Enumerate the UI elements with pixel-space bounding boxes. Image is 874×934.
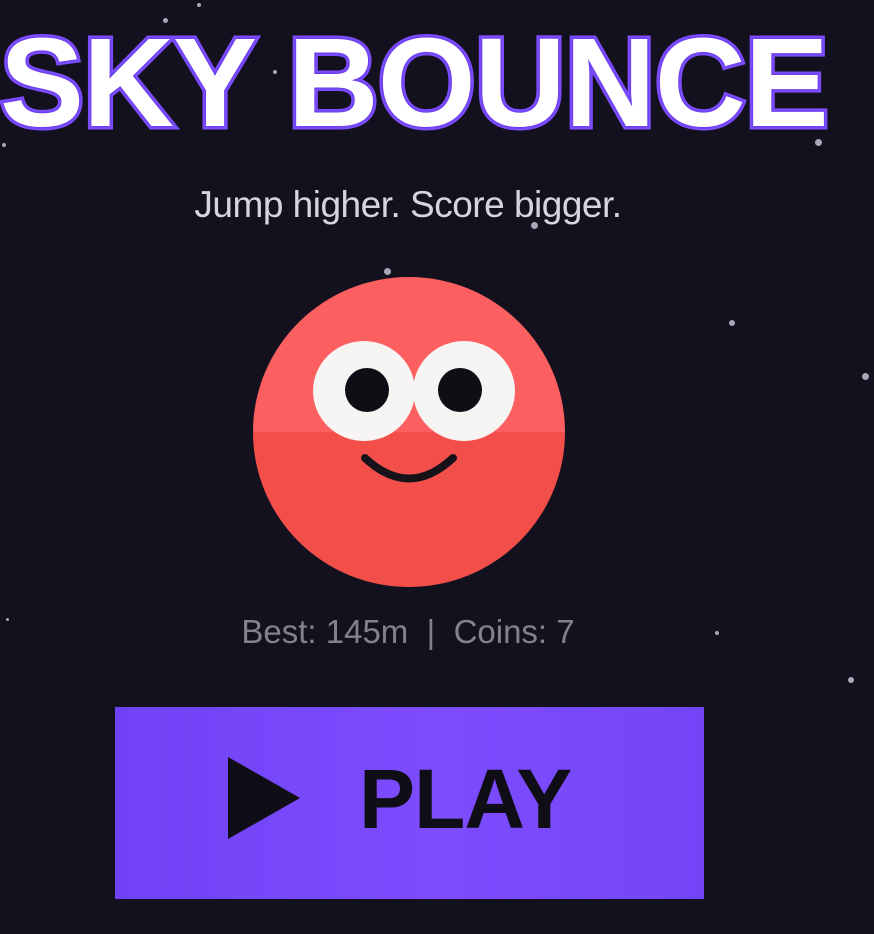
play-icon [228, 757, 300, 839]
player-stats: Best: 145m | Coins: 7 [0, 612, 816, 652]
game-title: SKY BOUNCE [0, 12, 832, 153]
game-menu-screen: SKY BOUNCE Jump higher. Score bigger. Be… [0, 0, 874, 934]
star-decoration [848, 677, 854, 683]
best-value: 145m [325, 613, 409, 650]
left-pupil-icon [345, 368, 389, 412]
coins-label: Coins: [453, 613, 548, 650]
coins-value: 7 [556, 613, 575, 650]
star-decoration [384, 268, 391, 275]
right-pupil-icon [438, 368, 482, 412]
game-tagline: Jump higher. Score bigger. [194, 184, 622, 225]
stats-separator: | [426, 613, 436, 650]
star-decoration [862, 373, 869, 380]
ball-bottom-half [253, 432, 565, 587]
star-decoration [197, 3, 201, 7]
play-button[interactable]: PLAY [115, 707, 704, 899]
play-button-label: PLAY [359, 752, 572, 846]
ball-character-icon [253, 277, 565, 587]
best-label: Best: [241, 613, 317, 650]
star-decoration [729, 320, 735, 326]
